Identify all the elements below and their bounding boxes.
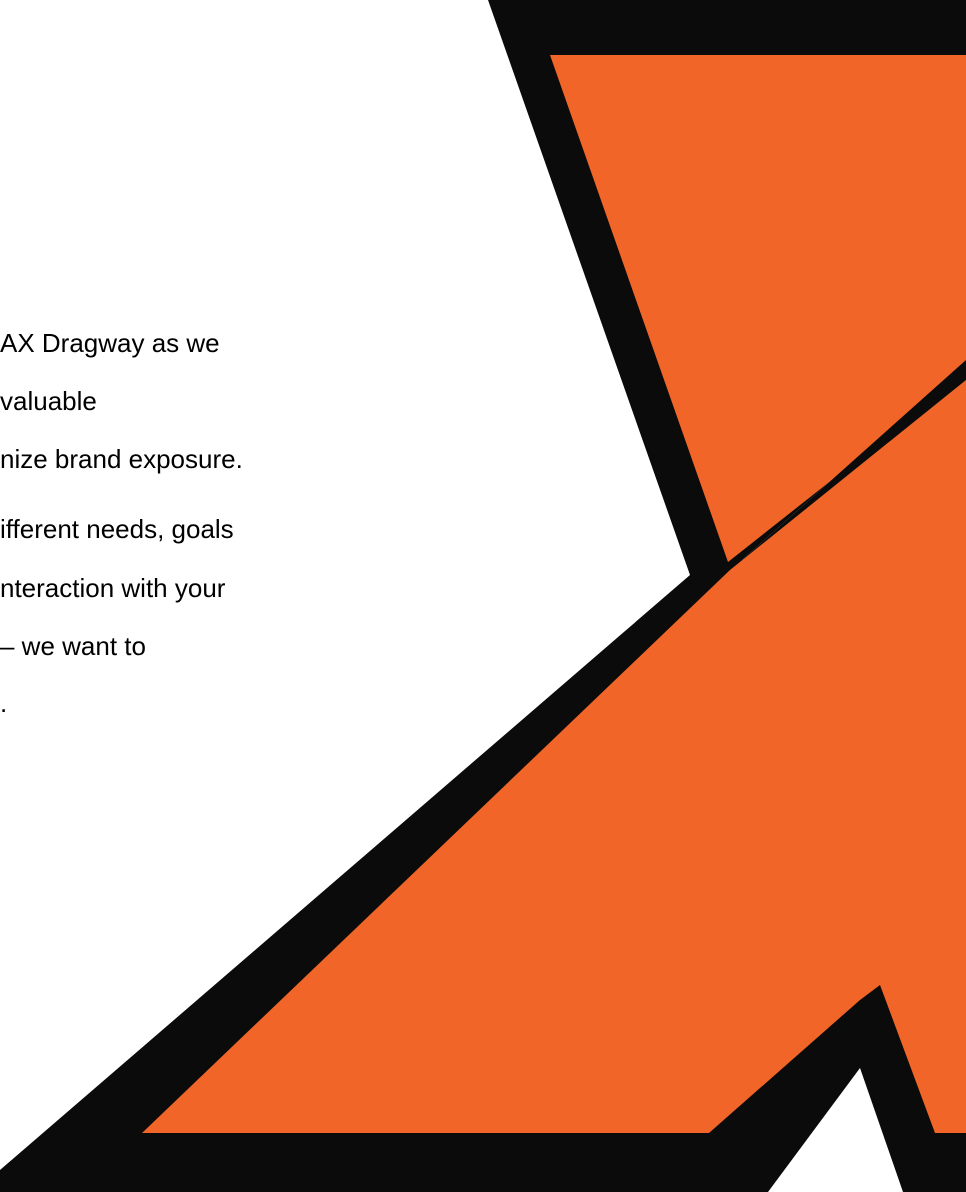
paragraph-1-line-2: valuable: [0, 386, 97, 416]
paragraph-2-line-3: – we want to: [0, 631, 146, 661]
page: AX Dragway as we valuable nize brand exp…: [0, 0, 966, 1192]
paragraph-2-line-2: nteraction with your: [0, 573, 226, 603]
paragraph-2-line-1: ifferent needs, goals: [0, 514, 234, 544]
paragraph-1-line-1: AX Dragway as we: [0, 328, 220, 358]
paragraph-2-line-4: .: [0, 688, 8, 718]
paragraph-1-line-3: nize brand exposure.: [0, 444, 243, 474]
